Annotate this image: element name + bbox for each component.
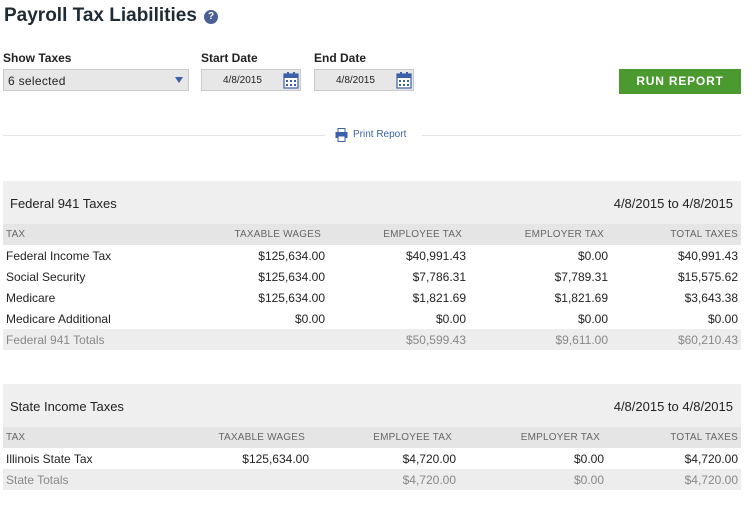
col-total-taxes: TOTAL TAXES (670, 432, 738, 443)
col-taxable-wages: TAXABLE WAGES (234, 229, 321, 240)
end-date-input[interactable]: 4/8/2015 (314, 69, 414, 91)
printer-icon (335, 128, 348, 142)
cell-taxable-wages: $125,634.00 (258, 270, 325, 284)
cell-employer-tax: $7,789.31 (554, 270, 608, 284)
cell-taxable-wages: $125,634.00 (242, 452, 309, 466)
cell-employee-tax: $7,786.31 (412, 270, 466, 284)
cell-employer-tax: $0.00 (573, 452, 604, 466)
section-header: State Income Taxes 4/8/2015 to 4/8/2015 (3, 384, 741, 427)
start-date-label: Start Date (201, 51, 258, 65)
table-row: Medicare Additional $0.00 $0.00 $0.00 $0… (3, 308, 741, 329)
cell-total-taxes: $15,575.62 (677, 270, 738, 284)
table-row: Federal Income Tax $125,634.00 $40,991.4… (3, 245, 741, 266)
show-taxes-select[interactable]: 6 selected (3, 69, 189, 91)
end-date-label: End Date (314, 51, 367, 65)
total-employer-tax: $0.00 (573, 473, 604, 487)
cell-employer-tax: $1,821.69 (554, 291, 608, 305)
section-header: Federal 941 Taxes 4/8/2015 to 4/8/2015 (3, 181, 741, 224)
show-taxes-label: Show Taxes (3, 51, 72, 65)
col-employee-tax: EMPLOYEE TAX (383, 229, 462, 240)
table-row: Social Security $125,634.00 $7,786.31 $7… (3, 266, 741, 287)
state-income-section: State Income Taxes 4/8/2015 to 4/8/2015 … (3, 384, 741, 490)
total-employer-tax: $9,611.00 (555, 333, 609, 347)
col-employee-tax: EMPLOYEE TAX (373, 432, 452, 443)
totals-label: Federal 941 Totals (6, 333, 105, 347)
section-date-range: 4/8/2015 to 4/8/2015 (613, 196, 733, 211)
cell-tax: Medicare Additional (6, 312, 111, 326)
cell-total-taxes: $40,991.43 (677, 249, 738, 263)
cell-taxable-wages: $125,634.00 (258, 291, 325, 305)
start-date-input[interactable]: 4/8/2015 (201, 69, 301, 91)
section-date-range: 4/8/2015 to 4/8/2015 (613, 399, 733, 414)
end-date-value: 4/8/2015 (336, 75, 375, 86)
col-employer-tax: EMPLOYER TAX (524, 229, 604, 240)
calendar-icon[interactable] (283, 71, 299, 89)
col-tax: TAX (6, 432, 26, 443)
col-tax: TAX (6, 229, 26, 240)
start-date-value: 4/8/2015 (223, 75, 262, 86)
divider-right (422, 135, 741, 136)
totals-label: State Totals (6, 473, 69, 487)
cell-tax: Medicare (6, 291, 56, 305)
section-title: Federal 941 Taxes (10, 196, 117, 211)
total-employee-tax: $50,599.43 (405, 333, 466, 347)
col-employer-tax: EMPLOYER TAX (520, 432, 600, 443)
cell-employee-tax: $4,720.00 (402, 452, 456, 466)
cell-total-taxes: $4,720.00 (684, 452, 738, 466)
totals-row: State Totals $4,720.00 $0.00 $4,720.00 (3, 469, 741, 490)
cell-total-taxes: $0.00 (707, 312, 738, 326)
cell-taxable-wages: $125,634.00 (258, 249, 325, 263)
table-header: TAX TAXABLE WAGES EMPLOYEE TAX EMPLOYER … (3, 427, 741, 448)
col-total-taxes: TOTAL TAXES (670, 229, 738, 240)
calendar-icon[interactable] (396, 71, 412, 89)
total-total-taxes: $60,210.43 (677, 333, 738, 347)
chevron-down-icon (175, 77, 183, 83)
federal-941-section: Federal 941 Taxes 4/8/2015 to 4/8/2015 T… (3, 181, 741, 350)
cell-employee-tax: $40,991.43 (405, 249, 466, 263)
cell-tax: Social Security (6, 270, 86, 284)
show-taxes-value: 6 selected (8, 74, 66, 88)
print-report-label: Print Report (353, 129, 407, 140)
run-report-button[interactable]: RUN REPORT (619, 69, 741, 94)
table-row: Medicare $125,634.00 $1,821.69 $1,821.69… (3, 287, 741, 308)
divider-left (3, 135, 325, 136)
cell-employer-tax: $0.00 (577, 249, 608, 263)
table-header: TAX TAXABLE WAGES EMPLOYEE TAX EMPLOYER … (3, 224, 741, 245)
page-title: Payroll Tax Liabilities (4, 5, 197, 26)
cell-tax: Illinois State Tax (6, 452, 93, 466)
total-total-taxes: $4,720.00 (684, 473, 738, 487)
cell-employee-tax: $0.00 (435, 312, 466, 326)
cell-taxable-wages: $0.00 (294, 312, 325, 326)
cell-tax: Federal Income Tax (6, 249, 112, 263)
cell-employee-tax: $1,821.69 (412, 291, 466, 305)
cell-employer-tax: $0.00 (577, 312, 608, 326)
section-title: State Income Taxes (10, 399, 124, 414)
totals-row: Federal 941 Totals $50,599.43 $9,611.00 … (3, 329, 741, 350)
col-taxable-wages: TAXABLE WAGES (218, 432, 305, 443)
cell-total-taxes: $3,643.38 (684, 291, 738, 305)
help-icon[interactable]: ? (204, 10, 218, 24)
table-row: Illinois State Tax $125,634.00 $4,720.00… (3, 448, 741, 469)
total-employee-tax: $4,720.00 (402, 473, 456, 487)
